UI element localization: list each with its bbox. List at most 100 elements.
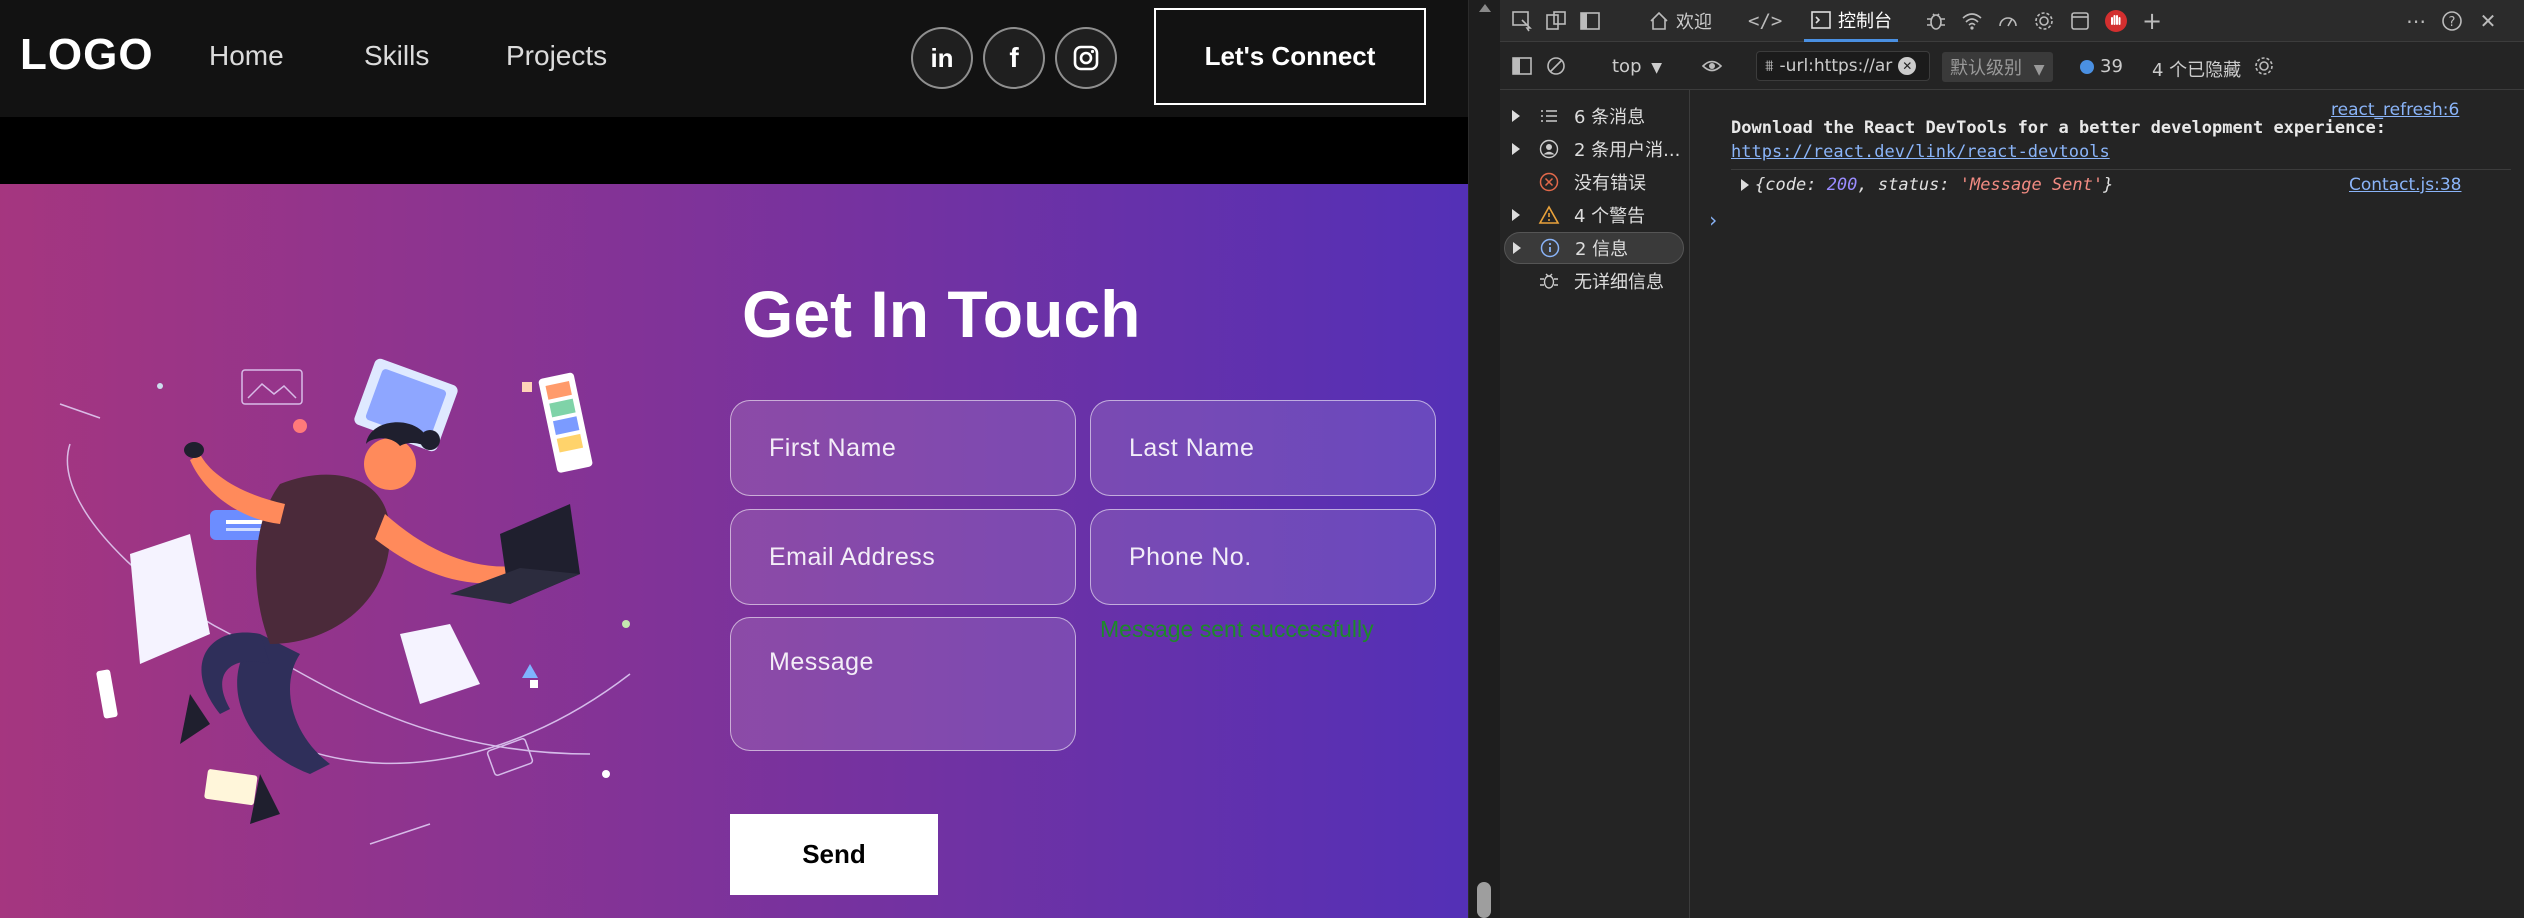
nav-home-link[interactable]: Home [209, 40, 284, 72]
log-level-label: 默认级别 [1950, 58, 2022, 79]
console-sidebar: 6 条消息 2 条用户消... 没有错误 4 个警告 2 信息 无详细信息 [1500, 90, 1690, 918]
user-icon [1538, 138, 1560, 160]
first-name-input[interactable]: First Name [730, 400, 1076, 496]
message-divider [1731, 169, 2511, 170]
brace-open: { [1755, 175, 1766, 195]
dock-side-icon[interactable] [1578, 9, 1602, 33]
filter-text: -url:https://ar [1779, 56, 1893, 76]
sidebar-item-messages[interactable]: 6 条消息 [1500, 100, 1690, 132]
more-options-icon[interactable]: ⋯ [2404, 9, 2428, 33]
svg-text:?: ? [2449, 15, 2456, 30]
sidebar-toggle-icon[interactable] [1510, 54, 1534, 78]
instagram-button[interactable] [1055, 27, 1117, 89]
email-input[interactable]: Email Address [730, 509, 1076, 605]
bug-tab-icon[interactable] [1924, 9, 1948, 33]
console-icon [1811, 10, 1831, 29]
clear-console-icon[interactable] [1544, 54, 1568, 78]
facebook-icon: f [1009, 42, 1019, 73]
react-devtools-link[interactable]: https://react.dev/link/react-devtools [1731, 142, 2110, 162]
instagram-icon [1073, 45, 1099, 71]
console-toolbar: top ▼ ⩩ -url:https://ar ✕ 默认级别 ▼ 39 4 个已… [1500, 42, 2524, 90]
last-name-input[interactable]: Last Name [1090, 400, 1436, 496]
linkedin-icon: in [930, 42, 954, 73]
console-output: react_refresh:6 Download the React DevTo… [1691, 90, 2524, 918]
send-button[interactable]: Send [730, 814, 938, 895]
issues-counter[interactable]: 39 [2080, 56, 2123, 77]
lets-connect-button[interactable]: Let's Connect [1154, 8, 1426, 105]
expand-arrow-icon[interactable] [1513, 242, 1521, 254]
message-textarea[interactable]: Message [730, 617, 1076, 751]
sidebar-item-label: 无详细信息 [1574, 272, 1664, 293]
network-icon[interactable] [1960, 9, 1984, 33]
tab-welcome-label: 欢迎 [1676, 12, 1712, 33]
log-level-selector[interactable]: 默认级别 ▼ [1942, 52, 2053, 82]
object-key: code [1765, 175, 1807, 195]
help-icon[interactable]: ? [2440, 9, 2464, 33]
home-icon [1650, 11, 1668, 30]
sidebar-item-label: 2 条用户消... [1574, 140, 1681, 161]
tab-elements[interactable]: </> [1748, 0, 1782, 42]
filter-icon: ⩩ [1765, 56, 1774, 75]
nav-skills-link[interactable]: Skills [364, 40, 429, 72]
expand-arrow-icon[interactable] [1512, 209, 1520, 221]
expand-arrow-icon[interactable] [1512, 143, 1520, 155]
eye-icon[interactable] [1700, 54, 1724, 78]
performance-icon[interactable] [1996, 9, 2020, 33]
inspect-icon[interactable] [1510, 9, 1534, 33]
devtools-tab-bar: 欢迎 </> 控制台 + ⋯ ? ✕ [1500, 0, 2524, 42]
close-icon[interactable]: ✕ [2476, 9, 2500, 33]
stop-hand-icon[interactable] [2104, 9, 2128, 33]
info-icon [1539, 237, 1561, 259]
clear-filter-icon[interactable]: ✕ [1898, 57, 1917, 75]
contact-section: Get In Touch First Name Last Name Email … [0, 184, 1468, 918]
tab-console[interactable]: 控制台 [1804, 0, 1898, 42]
website-viewport: LOGO Home Skills Projects in f Let's Con… [0, 0, 1468, 918]
tab-console-label: 控制台 [1838, 10, 1892, 32]
object-value: 'Message Sent' [1959, 175, 2104, 195]
source-link-contact[interactable]: Contact.js:38 [2349, 175, 2461, 195]
console-filter-input[interactable]: ⩩ -url:https://ar ✕ [1756, 51, 1930, 81]
logo[interactable]: LOGO [20, 30, 154, 80]
scroll-up-arrow-icon[interactable] [1479, 4, 1491, 12]
scroll-thumb[interactable] [1477, 882, 1491, 918]
linkedin-button[interactable]: in [911, 27, 973, 89]
add-tab-icon[interactable]: + [2140, 7, 2164, 35]
chevron-down-icon: ▼ [1651, 60, 1663, 76]
context-selector-label: top [1612, 56, 1642, 77]
issues-count: 39 [2100, 56, 2123, 77]
sidebar-item-user-messages[interactable]: 2 条用户消... [1500, 133, 1690, 165]
expand-arrow-icon[interactable] [1741, 179, 1749, 191]
list-icon [1538, 105, 1560, 127]
tab-welcome[interactable]: 欢迎 [1648, 0, 1712, 42]
navbar: LOGO Home Skills Projects in f Let's Con… [0, 0, 1468, 117]
source-link-react-refresh[interactable]: react_refresh:6 [2331, 100, 2459, 120]
context-selector[interactable]: top ▼ [1612, 56, 1662, 77]
bug-icon [1538, 270, 1560, 292]
expand-arrow-icon[interactable] [1512, 110, 1520, 122]
hidden-count: 4 个已隐藏 [2152, 60, 2242, 81]
devtools-panel: 欢迎 </> 控制台 + ⋯ ? ✕ top ▼ ⩩ -url:https://… [1500, 0, 2524, 918]
page-scrollbar[interactable] [1468, 0, 1500, 918]
facebook-button[interactable]: f [983, 27, 1045, 89]
sidebar-item-warnings[interactable]: 4 个警告 [1500, 199, 1690, 231]
sidebar-item-label: 2 信息 [1575, 239, 1629, 260]
console-log-object[interactable]: {code: 200, status: 'Message Sent'} [1741, 175, 2113, 195]
nav-projects-link[interactable]: Projects [506, 40, 607, 72]
object-key: status [1877, 175, 1940, 195]
contact-illustration [59, 358, 631, 845]
sidebar-item-errors[interactable]: 没有错误 [1500, 166, 1690, 198]
warning-icon [1538, 204, 1560, 226]
settings-gear-icon[interactable] [2032, 9, 2056, 33]
phone-input[interactable]: Phone No. [1090, 509, 1436, 605]
application-icon[interactable] [2068, 9, 2092, 33]
console-settings-icon[interactable] [2252, 54, 2276, 78]
error-icon [1538, 171, 1560, 193]
status-message: Message sent successfully [1100, 616, 1374, 642]
device-emulation-icon[interactable] [1544, 9, 1568, 33]
sidebar-item-verbose[interactable]: 无详细信息 [1500, 265, 1690, 297]
console-message: Download the React DevTools for a better… [1731, 118, 2387, 138]
get-in-touch-heading: Get In Touch [742, 277, 1141, 351]
console-prompt[interactable]: › [1707, 208, 1719, 232]
sidebar-item-info[interactable]: 2 信息 [1504, 232, 1684, 264]
sidebar-item-label: 没有错误 [1574, 173, 1646, 194]
